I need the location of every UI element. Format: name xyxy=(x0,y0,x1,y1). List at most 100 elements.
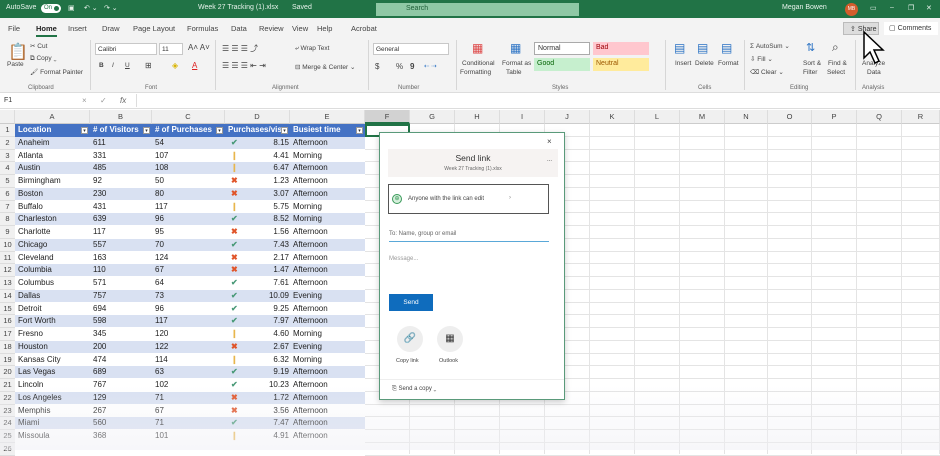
table-cell[interactable]: 474 xyxy=(90,354,152,367)
paste-button[interactable]: Paste xyxy=(7,61,24,68)
table-cell[interactable]: Evening xyxy=(290,290,365,303)
table-cell[interactable]: 10.09 xyxy=(240,290,290,303)
table-cell[interactable]: Anaheim xyxy=(15,137,90,150)
table-cell[interactable]: Las Vegas xyxy=(15,366,90,379)
ribbon-display-icon[interactable]: ▭ xyxy=(870,4,877,12)
comments-button[interactable]: ▢ Comments xyxy=(884,22,938,35)
send-a-copy-button[interactable]: ⎘ Send a copy ⌄ xyxy=(392,386,436,393)
table-cell[interactable]: 163 xyxy=(90,252,152,265)
row-header-20[interactable]: 20 xyxy=(0,366,15,379)
delete-cells-button[interactable]: Delete xyxy=(695,60,714,67)
table-cell[interactable]: 80 xyxy=(152,188,225,201)
table-cell[interactable]: 557 xyxy=(90,239,152,252)
font-grow-icon[interactable]: A˄ A˅ xyxy=(188,43,210,52)
insert-cells-button[interactable]: Insert xyxy=(675,60,691,67)
table-cell[interactable]: 598 xyxy=(90,315,152,328)
row-header-9[interactable]: 9 xyxy=(0,226,15,239)
copy-link-label[interactable]: Copy link xyxy=(396,358,419,364)
table-cell[interactable]: Afternoon xyxy=(290,137,365,150)
column-header-I[interactable]: I xyxy=(500,110,545,124)
row-header-10[interactable]: 10 xyxy=(0,238,15,252)
table-cell[interactable]: 611 xyxy=(90,137,152,150)
table-cell[interactable]: Buffalo xyxy=(15,201,90,214)
table-cell[interactable]: 431 xyxy=(90,201,152,214)
table-cell[interactable]: 3.07 xyxy=(240,188,290,201)
currency-button[interactable]: $ xyxy=(375,62,379,71)
column-header-O[interactable]: O xyxy=(768,110,812,124)
close-dialog-icon[interactable]: × xyxy=(547,137,552,146)
table-cell[interactable]: 2.17 xyxy=(240,252,290,265)
table-cell[interactable]: 8.15 xyxy=(240,137,290,150)
message-field[interactable]: Message... xyxy=(389,256,418,262)
table-cell[interactable]: 694 xyxy=(90,303,152,316)
tab-review[interactable]: Review xyxy=(259,24,284,33)
to-field[interactable]: To: Name, group or email xyxy=(389,231,456,237)
find-select-icon[interactable]: ⌕ xyxy=(832,40,839,55)
fill-color-icon[interactable]: ◈ xyxy=(172,61,178,70)
table-cell[interactable]: Columbus xyxy=(15,277,90,290)
row-header-17[interactable]: 17 xyxy=(0,328,15,341)
tab-home[interactable]: Home xyxy=(36,24,57,37)
row-header-13[interactable]: 13 xyxy=(0,277,15,290)
tab-help[interactable]: Help xyxy=(317,24,332,33)
column-header-F[interactable]: F xyxy=(365,110,410,124)
table-cell[interactable]: 200 xyxy=(90,341,152,354)
table-cell[interactable]: 571 xyxy=(90,277,152,290)
filter-dropdown-icon[interactable]: ▾ xyxy=(143,127,150,134)
column-header-M[interactable]: M xyxy=(680,110,725,124)
enter-icon[interactable]: ✓ xyxy=(100,96,107,105)
cancel-icon[interactable]: × xyxy=(82,96,87,105)
row-header-14[interactable]: 14 xyxy=(0,289,15,303)
style-good[interactable]: Good xyxy=(534,58,590,71)
row-header-11[interactable]: 11 xyxy=(0,251,15,265)
conditional-formatting-button[interactable]: Conditional xyxy=(462,60,495,67)
table-cell[interactable]: Cleveland xyxy=(15,252,90,265)
tab-insert[interactable]: Insert xyxy=(68,24,87,33)
filter-dropdown-icon[interactable]: ▾ xyxy=(356,127,363,134)
table-cell[interactable]: Fresno xyxy=(15,328,90,341)
row-header-1[interactable]: 1 xyxy=(0,124,15,137)
horizontal-align-icons[interactable]: ☰ ☰ ☰ ⇤ ⇥ xyxy=(222,61,266,70)
outlook-label[interactable]: Outlook xyxy=(439,358,458,364)
table-cell[interactable]: Kansas City xyxy=(15,354,90,367)
table-cell[interactable]: 110 xyxy=(90,264,152,277)
table-cell[interactable]: 2.67 xyxy=(240,341,290,354)
column-header-P[interactable]: P xyxy=(812,110,857,124)
table-cell[interactable]: 4.60 xyxy=(240,328,290,341)
table-cell[interactable]: 96 xyxy=(152,213,225,226)
table-cell[interactable]: 6.47 xyxy=(240,162,290,175)
conditional-formatting-icon[interactable]: ▦ xyxy=(472,41,483,55)
tab-draw[interactable]: Draw xyxy=(102,24,120,33)
column-header-C[interactable]: C xyxy=(152,110,225,124)
table-cell[interactable]: 331 xyxy=(90,150,152,163)
tab-acrobat[interactable]: Acrobat xyxy=(351,24,377,33)
table-cell[interactable]: 9.19 xyxy=(240,366,290,379)
send-button[interactable]: Send xyxy=(389,294,433,311)
delete-cells-icon[interactable]: ▤ xyxy=(697,41,708,55)
tab-file[interactable]: File xyxy=(8,24,20,33)
link-settings-button[interactable]: ⊕ Anyone with the link can edit › xyxy=(388,184,549,214)
table-cell[interactable]: 122 xyxy=(152,341,225,354)
table-cell[interactable]: Boston xyxy=(15,188,90,201)
table-cell[interactable]: Chicago xyxy=(15,239,90,252)
font-size-select[interactable]: 11 xyxy=(159,43,183,55)
style-bad[interactable]: Bad xyxy=(593,42,649,55)
row-header-2[interactable]: 2 xyxy=(0,136,15,150)
formula-input[interactable] xyxy=(136,94,926,107)
select-all-button[interactable] xyxy=(0,110,15,124)
paste-icon[interactable]: 📋 xyxy=(8,42,28,62)
table-cell[interactable]: Afternoon xyxy=(290,277,365,290)
row-header-15[interactable]: 15 xyxy=(0,302,15,316)
saved-status[interactable]: Saved xyxy=(292,4,312,11)
sort-filter-icon[interactable]: ⇅ xyxy=(806,41,815,54)
table-cell[interactable]: 639 xyxy=(90,213,152,226)
table-cell[interactable]: 1.47 xyxy=(240,264,290,277)
table-cell[interactable]: 1.23 xyxy=(240,175,290,188)
table-cell[interactable]: 92 xyxy=(90,175,152,188)
filter-dropdown-icon[interactable]: ▾ xyxy=(281,127,288,134)
decimal-icons[interactable]: ⇠ ⇢ xyxy=(424,62,437,70)
table-cell[interactable]: Morning xyxy=(290,201,365,214)
format-cells-button[interactable]: Format xyxy=(718,60,739,67)
redo-icon[interactable]: ↷ ⌄ xyxy=(104,4,118,12)
copy-button[interactable]: ⧉ Copy ⌄ xyxy=(30,55,57,63)
